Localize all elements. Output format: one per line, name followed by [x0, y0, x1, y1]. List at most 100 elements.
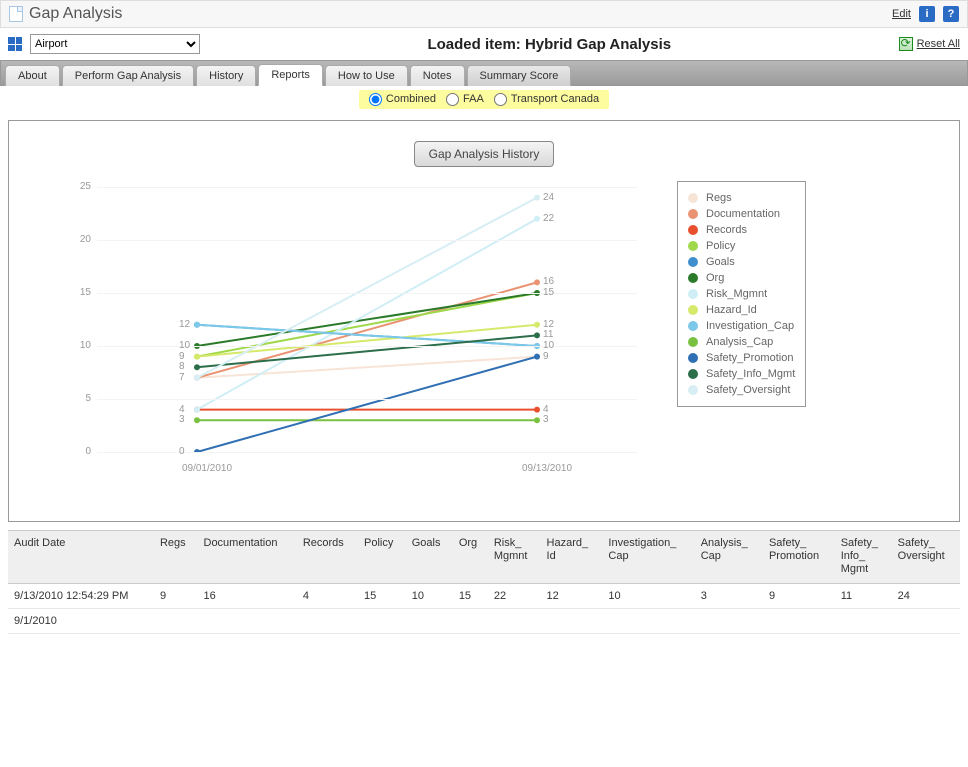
- chart-value-label: 22: [543, 213, 554, 224]
- table-cell: 16: [198, 583, 297, 608]
- table-column-header[interactable]: Regs: [154, 531, 198, 584]
- reset-all-link[interactable]: Reset All: [917, 38, 960, 50]
- page-title: Gap Analysis: [29, 5, 122, 23]
- table-column-header[interactable]: Hazard_Id: [541, 531, 603, 584]
- legend-item[interactable]: Goals: [688, 254, 795, 270]
- chart-value-label: 8: [179, 361, 185, 372]
- legend-item[interactable]: Hazard_Id: [688, 302, 795, 318]
- legend-swatch: [688, 241, 698, 251]
- chart-value-label: 3: [179, 414, 185, 425]
- y-axis-tick: 15: [67, 287, 91, 298]
- chart-value-label: 11: [543, 329, 553, 340]
- table-column-header[interactable]: Investigation_Cap: [602, 531, 694, 584]
- chart-gridline: [97, 293, 637, 294]
- legend-swatch: [688, 193, 698, 203]
- legend-swatch: [688, 321, 698, 331]
- table-cell: [602, 608, 694, 633]
- tab-history[interactable]: History: [196, 65, 256, 86]
- chart-title-button[interactable]: Gap Analysis History: [414, 141, 555, 167]
- tab-notes[interactable]: Notes: [410, 65, 465, 86]
- filter-option-combined[interactable]: Combined: [369, 93, 436, 106]
- table-column-header[interactable]: Documentation: [198, 531, 297, 584]
- chart-value-label: 12: [179, 319, 190, 330]
- page-header: Gap Analysis Edit i ?: [0, 0, 968, 28]
- chart-area: 051015202509/01/201009/13/20101210987430…: [27, 177, 667, 497]
- table-cell: [406, 608, 453, 633]
- chart-point: [534, 332, 540, 338]
- table-cell: [835, 608, 892, 633]
- chart-point: [194, 322, 200, 328]
- legend-item[interactable]: Documentation: [688, 206, 795, 222]
- legend-item[interactable]: Regs: [688, 190, 795, 206]
- tab-perform-gap-analysis[interactable]: Perform Gap Analysis: [62, 65, 194, 86]
- legend-label: Goals: [706, 256, 735, 268]
- x-axis-tick: 09/13/2010: [507, 463, 587, 474]
- legend-item[interactable]: Safety_Promotion: [688, 350, 795, 366]
- legend-item[interactable]: Org: [688, 270, 795, 286]
- legend-item[interactable]: Policy: [688, 238, 795, 254]
- table-column-header[interactable]: Records: [297, 531, 358, 584]
- header-left: Gap Analysis: [9, 5, 122, 23]
- chart-gridline: [97, 240, 637, 241]
- chart-point: [534, 195, 540, 201]
- legend-swatch: [688, 289, 698, 299]
- chart-point: [194, 417, 200, 423]
- radio-transport-canada[interactable]: [494, 93, 507, 106]
- filter-bar: Combined FAA Transport Canada: [0, 86, 968, 112]
- table-column-header[interactable]: Safety_Oversight: [892, 531, 960, 584]
- tab-how-to-use[interactable]: How to Use: [325, 65, 408, 86]
- table-column-header[interactable]: Safety_Promotion: [763, 531, 835, 584]
- table-row: 9/1/2010: [8, 608, 960, 633]
- table-cell: [763, 608, 835, 633]
- edit-link[interactable]: Edit: [892, 8, 911, 20]
- app-grid-icon[interactable]: [8, 37, 22, 51]
- info-icon[interactable]: i: [919, 6, 935, 22]
- controls-row: Airport Loaded item: Hybrid Gap Analysis…: [0, 28, 968, 60]
- table-column-header[interactable]: Policy: [358, 531, 406, 584]
- chart-value-label: 24: [543, 192, 554, 203]
- table-column-header[interactable]: Org: [453, 531, 488, 584]
- table-cell: 3: [695, 583, 763, 608]
- table-column-header[interactable]: Goals: [406, 531, 453, 584]
- filter-option-faa[interactable]: FAA: [446, 93, 484, 106]
- legend-item[interactable]: Safety_Oversight: [688, 382, 795, 398]
- cell-audit-date: 9/13/2010 12:54:29 PM: [8, 583, 154, 608]
- legend-item[interactable]: Analysis_Cap: [688, 334, 795, 350]
- table-column-header[interactable]: Risk_Mgmnt: [488, 531, 541, 584]
- data-table-wrap: Audit DateRegsDocumentationRecordsPolicy…: [8, 530, 960, 634]
- legend-swatch: [688, 305, 698, 315]
- radio-faa[interactable]: [446, 93, 459, 106]
- scope-dropdown[interactable]: Airport: [30, 34, 200, 54]
- filter-options: Combined FAA Transport Canada: [359, 90, 609, 109]
- chart-point: [534, 407, 540, 413]
- y-axis-tick: 10: [67, 340, 91, 351]
- legend-label: Documentation: [706, 208, 780, 220]
- table-cell: 10: [602, 583, 694, 608]
- chart-panel: Gap Analysis History 051015202509/01/201…: [8, 120, 960, 522]
- tab-summary-score[interactable]: Summary Score: [467, 65, 572, 86]
- help-icon[interactable]: ?: [943, 6, 959, 22]
- legend-swatch: [688, 369, 698, 379]
- legend-label: Org: [706, 272, 724, 284]
- radio-combined[interactable]: [369, 93, 382, 106]
- legend-item[interactable]: Safety_Info_Mgmt: [688, 366, 795, 382]
- chart-value-label: 10: [543, 340, 554, 351]
- filter-option-transport-canada[interactable]: Transport Canada: [494, 93, 599, 106]
- table-column-header[interactable]: Analysis_Cap: [695, 531, 763, 584]
- legend-item[interactable]: Risk_Mgmnt: [688, 286, 795, 302]
- x-axis-tick: 09/01/2010: [167, 463, 247, 474]
- chart-value-label: 0: [179, 446, 185, 457]
- tab-about[interactable]: About: [5, 65, 60, 86]
- table-cell: [488, 608, 541, 633]
- table-column-header[interactable]: Audit Date: [8, 531, 154, 584]
- table-column-header[interactable]: Safety_Info_Mgmt: [835, 531, 892, 584]
- tab-reports[interactable]: Reports: [258, 64, 323, 86]
- legend-item[interactable]: Records: [688, 222, 795, 238]
- line-chart: [97, 187, 637, 452]
- chart-point: [534, 279, 540, 285]
- chart-row: 051015202509/01/201009/13/20101210987430…: [27, 177, 941, 497]
- table-cell: [154, 608, 198, 633]
- legend-item[interactable]: Investigation_Cap: [688, 318, 795, 334]
- filter-label-transport-canada: Transport Canada: [511, 93, 599, 105]
- table-cell: 4: [297, 583, 358, 608]
